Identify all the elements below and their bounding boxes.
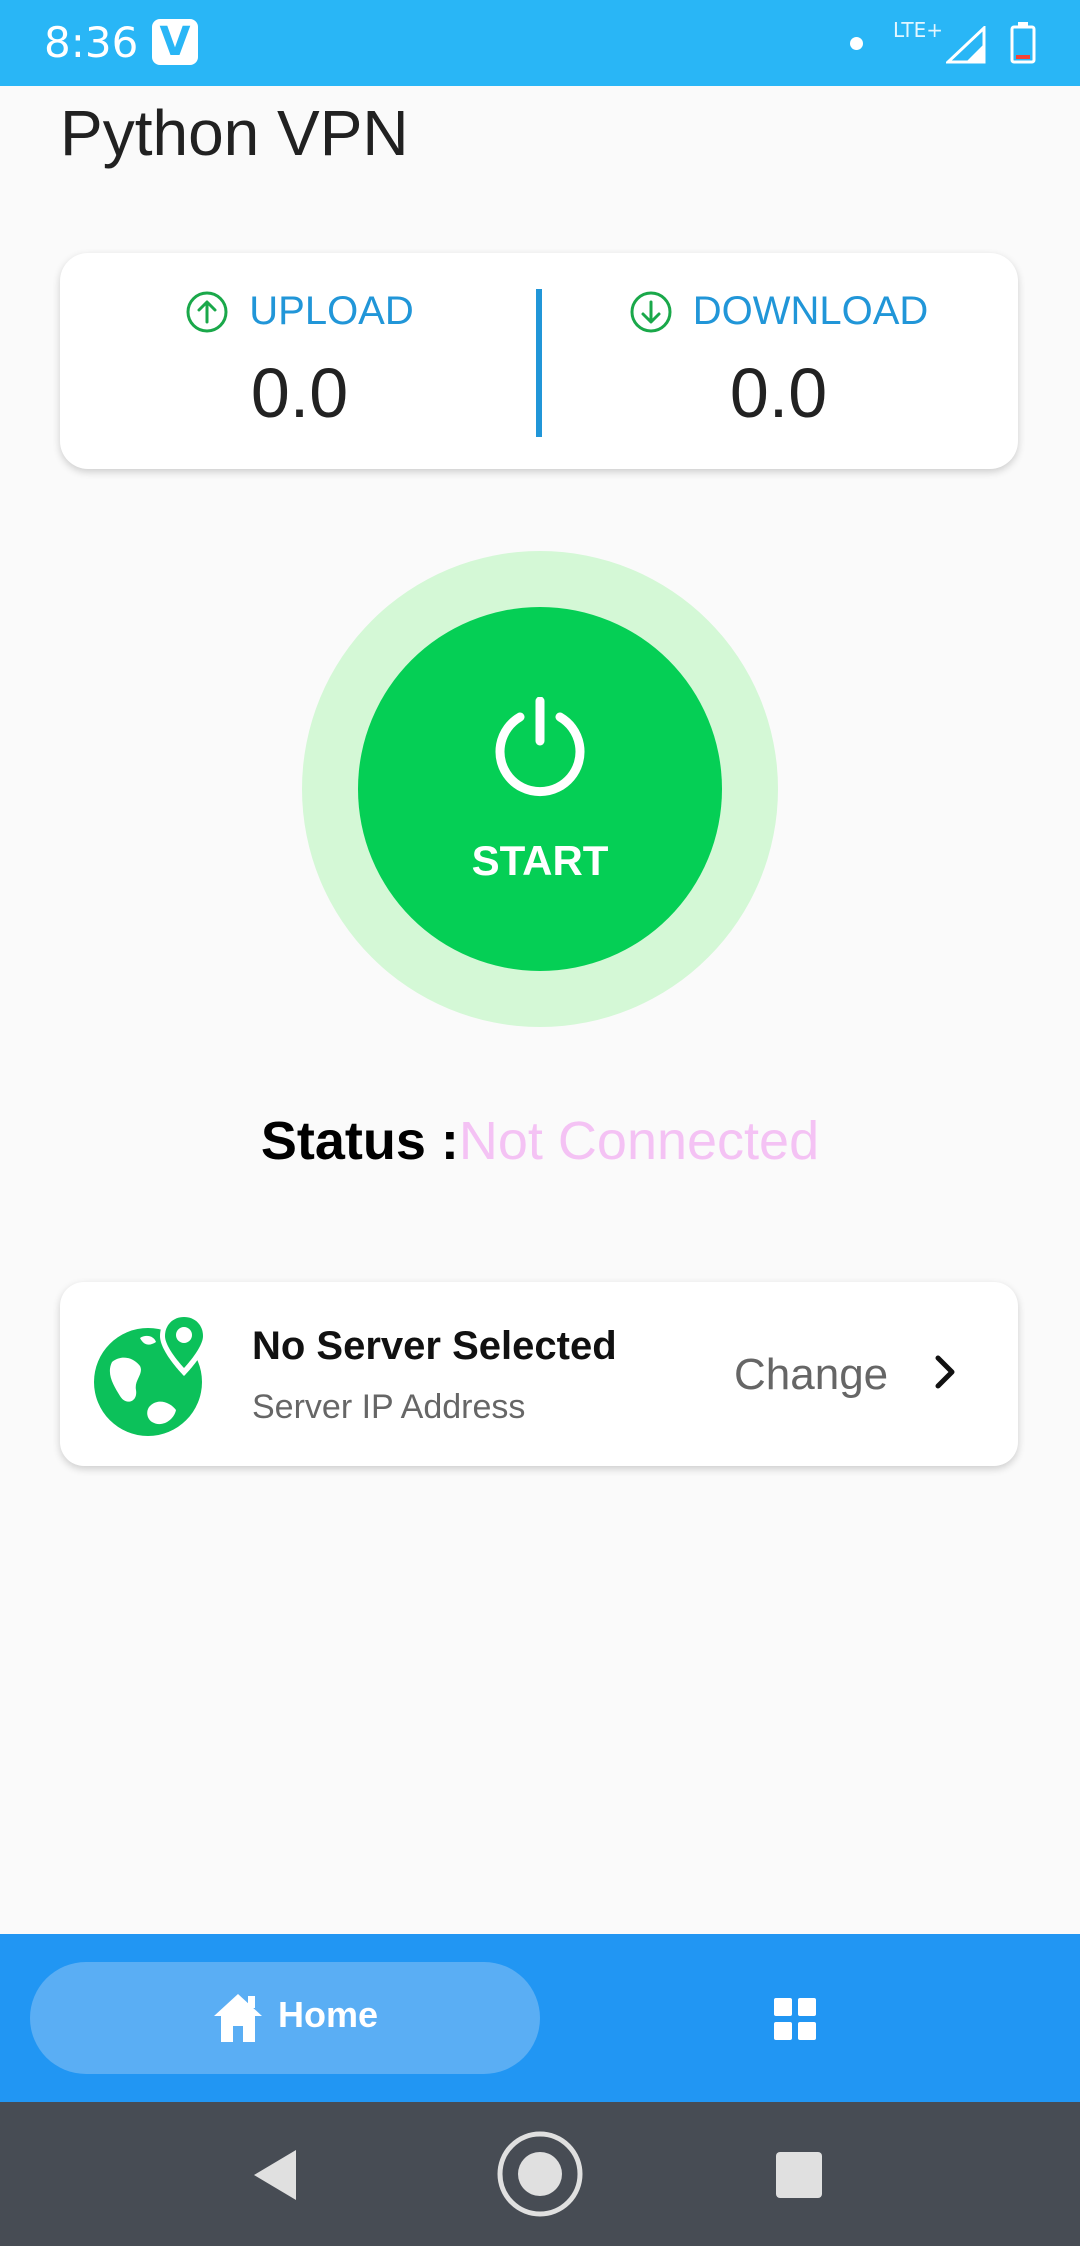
upload-label: UPLOAD [249,289,414,333]
bottom-navigation: Home [0,1934,1080,2102]
status-key: Status : [260,1111,459,1171]
status-bar-time: 8:36 [44,18,139,67]
download-value: 0.0 [729,354,828,432]
nav-home-label: Home [278,1994,379,2035]
signal-icon [946,26,986,64]
connection-status: Status :Not Connected [0,1110,1080,1172]
recent-apps-icon[interactable] [776,2152,822,2198]
upload-stat: UPLOAD 0.0 [60,253,539,469]
page-title: Python VPN [60,97,409,169]
server-name: No Server Selected [252,1324,617,1368]
globe-location-icon [94,1312,208,1436]
start-connection-button[interactable]: START [358,607,722,971]
download-label: DOWNLOAD [692,289,929,333]
home-circle-icon[interactable] [496,2130,584,2218]
server-ip-label: Server IP Address [252,1388,526,1426]
upload-value: 0.0 [250,354,349,432]
download-arrow-icon [630,291,672,332]
server-selector-card[interactable]: No Server Selected Server IP Address Cha… [60,1282,1018,1466]
system-navigation-bar [0,2102,1080,2246]
status-value: Not Connected [458,1111,820,1171]
traffic-stats-card: UPLOAD 0.0 DOWNLOAD 0.0 [60,253,1018,469]
download-stat: DOWNLOAD 0.0 [539,253,1018,469]
power-button-halo: START [302,551,778,1027]
notification-dot-icon [850,37,863,50]
upload-arrow-icon [186,291,228,332]
grid-icon[interactable] [774,1998,816,2040]
status-bar: 8:36 V LTE+ [0,0,1080,86]
power-icon [495,697,585,797]
start-label: START [471,837,609,884]
change-server-button[interactable]: Change [734,1350,888,1400]
back-icon[interactable] [250,2148,300,2202]
chevron-right-icon[interactable] [930,1352,960,1392]
vpn-app-notification-icon: V [152,19,198,65]
nav-home-tab[interactable]: Home [30,1962,540,2074]
network-type-label: LTE+ [893,18,943,42]
download-stat-header: DOWNLOAD [539,289,1018,334]
battery-icon [1010,22,1036,64]
upload-stat-header: UPLOAD [60,289,539,334]
home-icon [214,1994,262,2042]
